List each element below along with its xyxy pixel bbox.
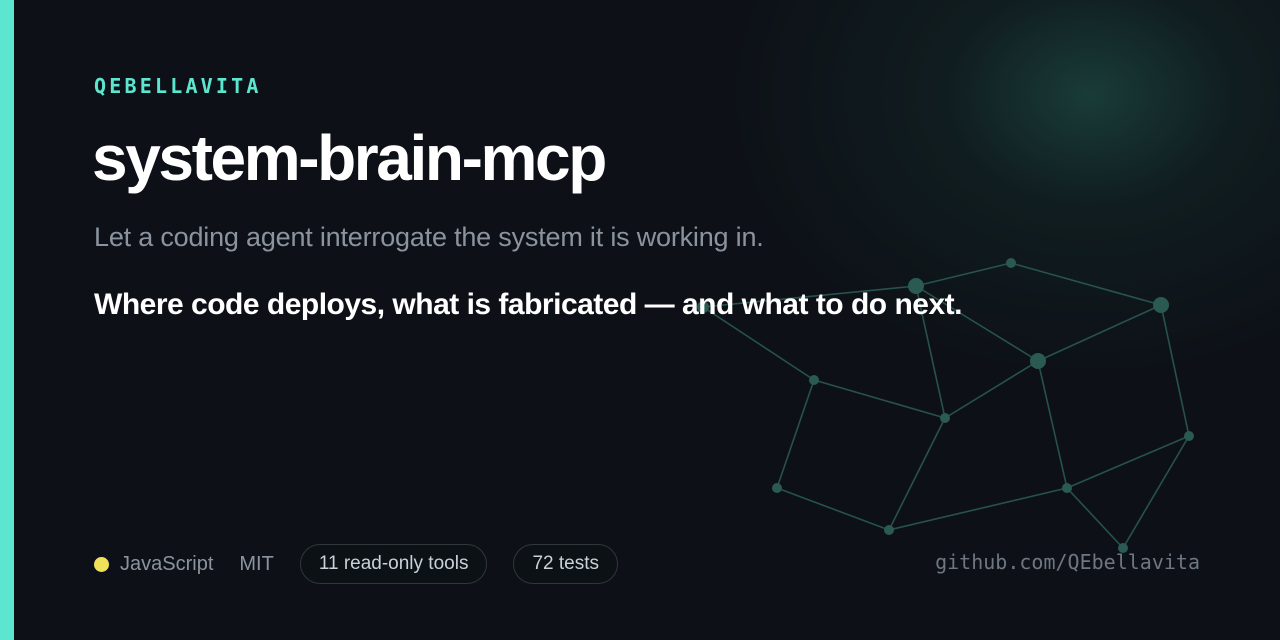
tools-badge: 11 read-only tools [299, 544, 488, 584]
tests-badge: 72 tests [513, 544, 618, 584]
repo-owner[interactable]: QEBELLAVITA [94, 74, 262, 98]
language-dot-icon [94, 556, 109, 572]
repo-title[interactable]: system-brain-mcp [92, 120, 607, 196]
repo-tagline: Let a coding agent interrogate the syste… [94, 222, 764, 252]
repo-meta-row: JavaScript MIT 11 read-only tools 72 tes… [94, 544, 644, 584]
github-link[interactable]: github.com/QEbellavita [935, 550, 1200, 574]
repo-statement: Where code deploys, what is fabricated —… [94, 288, 962, 321]
language-label: JavaScript [120, 552, 214, 575]
license-label: MIT [239, 552, 274, 575]
